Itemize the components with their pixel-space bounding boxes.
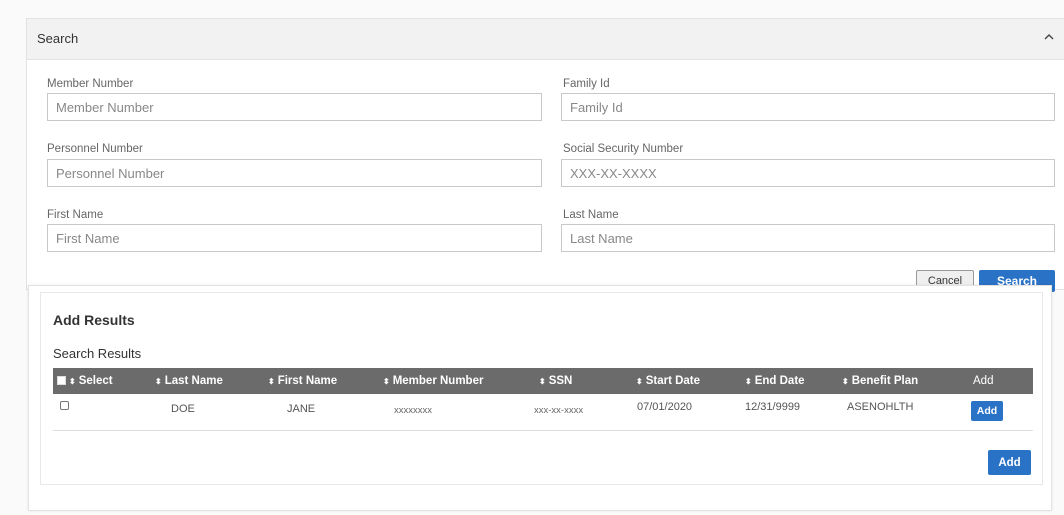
cell-member-number: xxxxxxxx xyxy=(394,405,432,416)
column-header-benefit-plan[interactable]: ⬍ Benefit Plan xyxy=(842,368,918,394)
search-panel-title: Search xyxy=(37,31,79,46)
search-panel-header[interactable]: Search xyxy=(27,19,1064,60)
cell-end-date: 12/31/9999 xyxy=(745,401,801,413)
search-panel: Search Member Number Family Id Personnel… xyxy=(26,18,1064,290)
ssn-label: Social Security Number xyxy=(563,143,684,155)
member-number-input[interactable] xyxy=(47,93,542,121)
column-header-end-date[interactable]: ⬍ End Date xyxy=(745,368,805,394)
sort-icon: ⬍ xyxy=(745,377,752,386)
cell-start-date: 07/01/2020 xyxy=(637,401,693,413)
sort-icon: ⬍ xyxy=(383,377,390,386)
column-header-last-name[interactable]: ⬍ Last Name xyxy=(155,368,223,394)
sort-icon: ⬍ xyxy=(155,377,162,386)
table-row: DOE JANE xxxxxxxx xxx-xx-xxxx 07/01/2020… xyxy=(53,395,1033,431)
cell-last-name: DOE xyxy=(171,403,195,415)
personnel-number-input[interactable] xyxy=(47,159,542,187)
column-header-member-number[interactable]: ⬍ Member Number xyxy=(383,368,483,394)
cell-ssn: xxx-xx-xxxx xyxy=(534,405,584,416)
first-name-input[interactable] xyxy=(47,224,542,252)
sort-icon: ⬍ xyxy=(268,377,275,386)
ssn-input[interactable] xyxy=(561,159,1055,187)
first-name-label: First Name xyxy=(47,209,104,221)
column-header-ssn[interactable]: ⬍ SSN xyxy=(539,368,572,394)
add-results-modal: Add Results Search Results ⬍ Select ⬍ Last… xyxy=(28,285,1052,511)
modal-title: Add Results xyxy=(53,312,135,328)
last-name-label: Last Name xyxy=(563,209,619,221)
add-button[interactable]: Add xyxy=(988,450,1031,475)
sort-icon: ⬍ xyxy=(636,377,643,386)
family-id-input[interactable] xyxy=(561,93,1055,121)
chevron-up-icon[interactable] xyxy=(1041,29,1057,45)
cell-benefit-plan: ASENOHLTH xyxy=(847,401,914,413)
sort-icon: ⬍ xyxy=(69,377,76,386)
column-header-select[interactable]: ⬍ Select xyxy=(69,368,113,394)
column-header-add: Add xyxy=(973,375,994,387)
results-table-header: ⬍ Select ⬍ Last Name ⬍ First Name ⬍ Member N… xyxy=(53,368,1033,394)
column-header-start-date[interactable]: ⬍ Start Date xyxy=(636,368,700,394)
sort-icon: ⬍ xyxy=(842,377,849,386)
sort-icon: ⬍ xyxy=(539,377,546,386)
member-number-label: Member Number xyxy=(47,78,134,90)
family-id-label: Family Id xyxy=(563,78,610,90)
select-all-checkbox[interactable] xyxy=(57,376,66,385)
row-add-button[interactable]: Add xyxy=(971,401,1003,421)
column-header-first-name[interactable]: ⬍ First Name xyxy=(268,368,337,394)
last-name-input[interactable] xyxy=(561,224,1055,252)
row-select-checkbox[interactable] xyxy=(60,401,69,410)
results-panel: Add Results Search Results ⬍ Select ⬍ Last… xyxy=(40,292,1043,485)
cell-first-name: JANE xyxy=(287,403,316,415)
personnel-number-label: Personnel Number xyxy=(47,143,143,155)
search-results-title: Search Results xyxy=(53,346,142,361)
